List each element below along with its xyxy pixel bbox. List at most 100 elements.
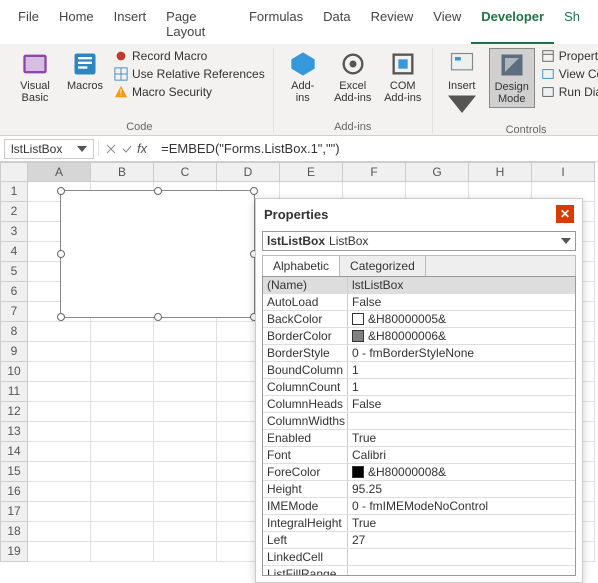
addins-button[interactable]: Add- ins <box>280 48 326 106</box>
tab-formulas[interactable]: Formulas <box>239 4 313 44</box>
property-value[interactable]: 0 - fmBorderStyleNone <box>348 345 575 361</box>
cell[interactable] <box>154 402 217 422</box>
resize-handle[interactable] <box>154 187 162 195</box>
cell[interactable] <box>91 322 154 342</box>
property-row[interactable]: ColumnHeadsFalse <box>263 396 575 413</box>
property-value[interactable]: 1 <box>348 362 575 378</box>
row-header[interactable]: 7 <box>0 302 28 322</box>
cell[interactable] <box>91 542 154 562</box>
property-value[interactable]: 95.25 <box>348 481 575 497</box>
cell[interactable] <box>154 442 217 462</box>
tab-share[interactable]: Sh <box>554 4 590 44</box>
row-header[interactable]: 19 <box>0 542 28 562</box>
column-header[interactable]: E <box>280 162 343 182</box>
property-value[interactable]: 1 <box>348 379 575 395</box>
cell[interactable] <box>154 362 217 382</box>
insert-control-button[interactable]: Insert <box>439 48 485 122</box>
cell[interactable] <box>28 382 91 402</box>
com-addins-button[interactable]: COM Add-ins <box>380 48 426 106</box>
relative-refs-button[interactable]: Use Relative References <box>112 66 267 82</box>
cell[interactable] <box>28 482 91 502</box>
cell[interactable] <box>154 342 217 362</box>
row-header[interactable]: 15 <box>0 462 28 482</box>
record-macro-button[interactable]: Record Macro <box>112 48 267 64</box>
property-value[interactable]: False <box>348 294 575 310</box>
property-value[interactable]: &H80000005& <box>348 311 575 327</box>
cell[interactable] <box>154 482 217 502</box>
row-header[interactable]: 5 <box>0 262 28 282</box>
cell[interactable] <box>91 462 154 482</box>
view-code-button[interactable]: View Coc <box>539 66 598 82</box>
resize-handle[interactable] <box>57 250 65 258</box>
property-row[interactable]: Height95.25 <box>263 481 575 498</box>
cell[interactable] <box>91 482 154 502</box>
cell[interactable] <box>28 462 91 482</box>
formula-input[interactable]: =EMBED("Forms.ListBox.1","") <box>153 139 598 158</box>
row-header[interactable]: 14 <box>0 442 28 462</box>
row-header[interactable]: 1 <box>0 182 28 202</box>
tab-data[interactable]: Data <box>313 4 360 44</box>
property-row[interactable]: BackColor&H80000005& <box>263 311 575 328</box>
row-header[interactable]: 17 <box>0 502 28 522</box>
cancel-icon[interactable] <box>105 143 117 155</box>
property-row[interactable]: BorderColor&H80000006& <box>263 328 575 345</box>
row-header[interactable]: 9 <box>0 342 28 362</box>
column-header[interactable]: D <box>217 162 280 182</box>
tab-file[interactable]: File <box>8 4 49 44</box>
name-box[interactable]: lstListBox <box>4 139 94 159</box>
cell[interactable] <box>28 442 91 462</box>
listbox-control[interactable] <box>60 190 255 318</box>
tab-insert[interactable]: Insert <box>104 4 157 44</box>
row-header[interactable]: 11 <box>0 382 28 402</box>
column-header[interactable]: I <box>532 162 595 182</box>
macro-security-button[interactable]: ! Macro Security <box>112 84 267 100</box>
cell[interactable] <box>28 362 91 382</box>
property-value[interactable]: True <box>348 515 575 531</box>
row-header[interactable]: 6 <box>0 282 28 302</box>
property-value[interactable]: False <box>348 396 575 412</box>
row-header[interactable]: 18 <box>0 522 28 542</box>
object-selector[interactable]: lstListBoxListBox <box>262 231 576 251</box>
property-value[interactable]: Calibri <box>348 447 575 463</box>
tab-categorized[interactable]: Categorized <box>340 256 426 276</box>
property-value[interactable]: &H80000006& <box>348 328 575 344</box>
cell[interactable] <box>154 542 217 562</box>
cell[interactable] <box>154 522 217 542</box>
cell[interactable] <box>91 382 154 402</box>
column-header[interactable]: H <box>469 162 532 182</box>
visual-basic-button[interactable]: Visual Basic <box>12 48 58 106</box>
row-header[interactable]: 13 <box>0 422 28 442</box>
tab-alphabetic[interactable]: Alphabetic <box>263 256 340 276</box>
row-header[interactable]: 10 <box>0 362 28 382</box>
cell[interactable] <box>28 402 91 422</box>
property-row[interactable]: ColumnWidths <box>263 413 575 430</box>
row-header[interactable]: 16 <box>0 482 28 502</box>
property-value[interactable]: True <box>348 430 575 446</box>
resize-handle[interactable] <box>57 187 65 195</box>
property-value[interactable]: lstListBox <box>348 277 575 293</box>
cell[interactable] <box>154 502 217 522</box>
property-value[interactable] <box>348 413 575 429</box>
row-header[interactable]: 4 <box>0 242 28 262</box>
cell[interactable] <box>91 502 154 522</box>
row-header[interactable]: 8 <box>0 322 28 342</box>
properties-button[interactable]: Propertie <box>539 48 598 64</box>
resize-handle[interactable] <box>250 187 258 195</box>
property-row[interactable]: AutoLoadFalse <box>263 294 575 311</box>
resize-handle[interactable] <box>154 313 162 321</box>
cell[interactable] <box>28 342 91 362</box>
tab-review[interactable]: Review <box>361 4 424 44</box>
property-row[interactable]: Left27 <box>263 532 575 549</box>
property-row[interactable]: BoundColumn1 <box>263 362 575 379</box>
row-header[interactable]: 12 <box>0 402 28 422</box>
property-row[interactable]: ColumnCount1 <box>263 379 575 396</box>
fx-icon[interactable]: fx <box>137 141 147 156</box>
cell[interactable] <box>154 422 217 442</box>
cell[interactable] <box>91 402 154 422</box>
property-row[interactable]: IMEMode0 - fmIMEModeNoControl <box>263 498 575 515</box>
column-header[interactable]: C <box>154 162 217 182</box>
cell[interactable] <box>28 322 91 342</box>
property-row[interactable]: BorderStyle0 - fmBorderStyleNone <box>263 345 575 362</box>
property-value[interactable] <box>348 549 575 565</box>
property-value[interactable]: 0 - fmIMEModeNoControl <box>348 498 575 514</box>
